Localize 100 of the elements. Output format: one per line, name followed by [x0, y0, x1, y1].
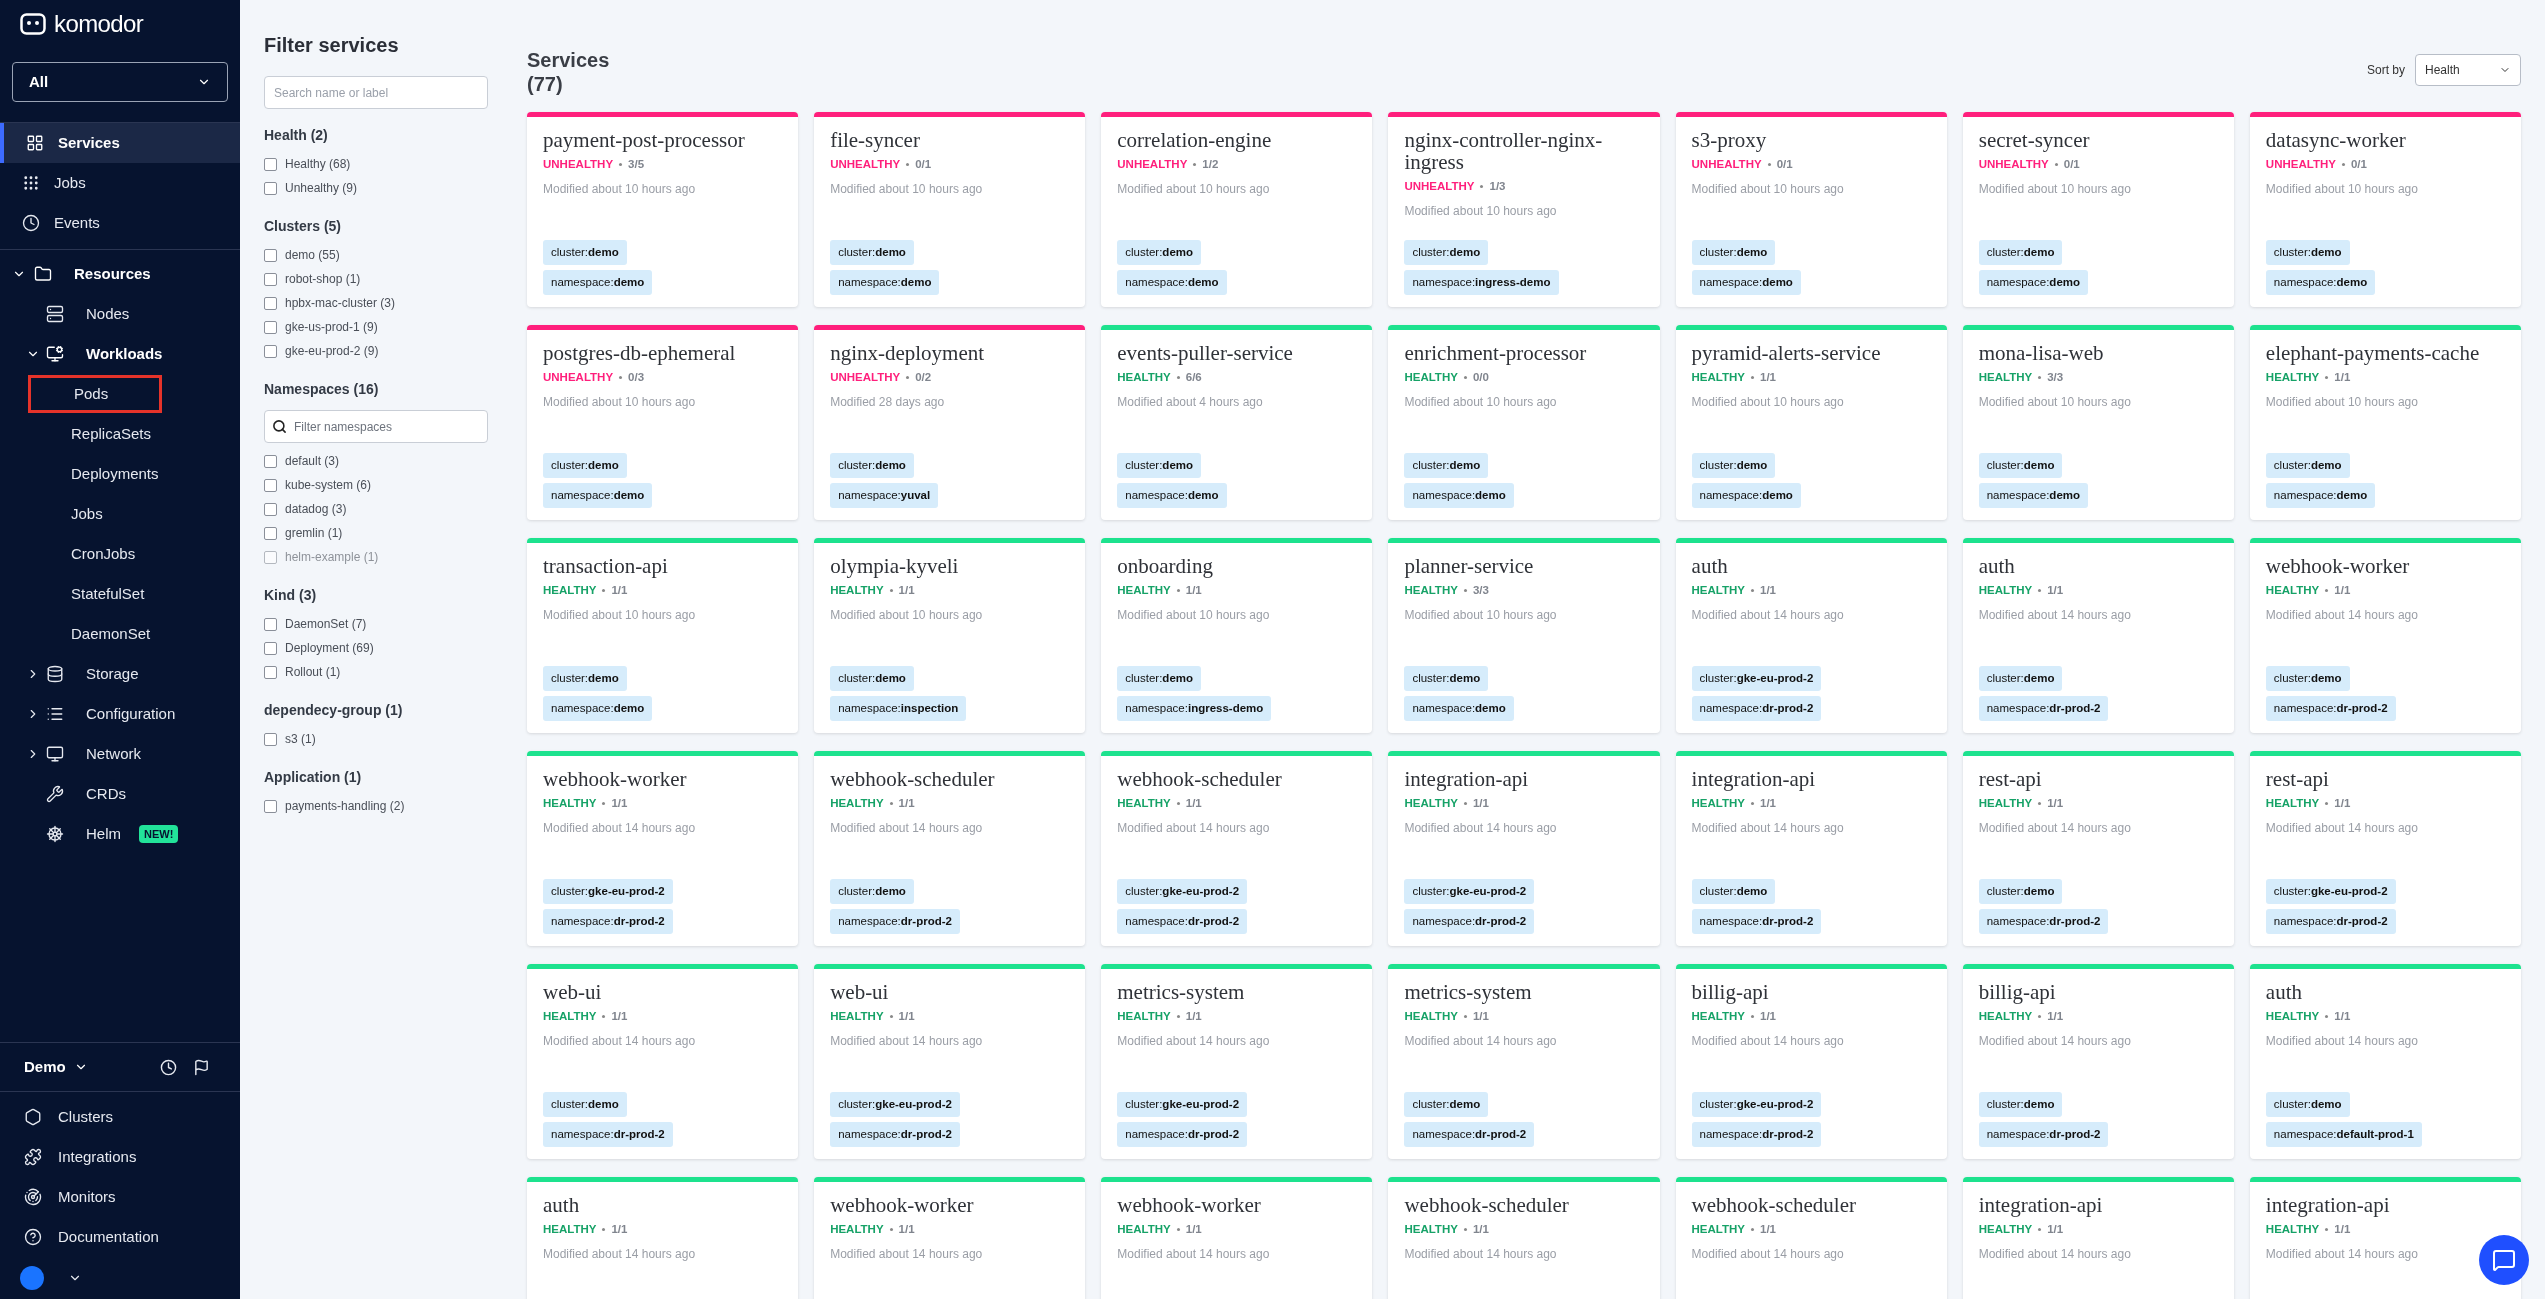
checkbox[interactable]: [264, 478, 277, 492]
workspace-select[interactable]: All: [12, 62, 228, 102]
service-card[interactable]: billig-api HEALTHY 1/1 Modified about 14 hours ago cluster:gke-eu-prod-2 namespace:dr-prod-2: [1675, 964, 1947, 1159]
service-card[interactable]: elephant-payments-cache HEALTHY 1/1 Modified about 10 hours ago cluster:demo namespace:demo: [2249, 325, 2521, 520]
flag-icon[interactable]: [193, 1058, 210, 1076]
service-card[interactable]: integration-api HEALTHY 1/1 Modified about 14 hours ago cluster:demo namespace:dr-prod-2: [1675, 751, 1947, 946]
modified-time: Modified about 10 hours ago: [830, 607, 984, 625]
service-card[interactable]: payment-post-processor UNHEALTHY 3/5 Modified about 10 hours ago cluster:demo namespace:demo: [527, 112, 799, 307]
nav-item[interactable]: Monitors: [0, 1177, 240, 1217]
service-card[interactable]: web-ui HEALTHY 1/1 Modified about 14 hours ago cluster:gke-eu-prod-2 namespace:dr-prod-2: [814, 964, 1086, 1159]
checkbox[interactable]: [264, 157, 277, 171]
nav-item[interactable]: Deployments: [28, 455, 162, 493]
nav-item[interactable]: Integrations: [0, 1137, 240, 1177]
service-card[interactable]: nginx-deployment UNHEALTHY 0/2 Modified 28 days ago cluster:demo namespace:yuval: [814, 325, 1086, 520]
checkbox[interactable]: [264, 641, 277, 655]
service-card[interactable]: billig-api HEALTHY 1/1 Modified about 14 hours ago cluster:demo namespace:dr-prod-2: [1962, 964, 2234, 1159]
service-card[interactable]: pyramid-alerts-service HEALTHY 1/1 Modified about 10 hours ago cluster:demo namespace:demo: [1675, 325, 1947, 520]
service-card[interactable]: rest-api HEALTHY 1/1 Modified about 14 hours ago cluster:gke-eu-prod-2 namespace:dr-prod-2: [2249, 751, 2521, 946]
checkbox[interactable]: [264, 344, 277, 358]
nav-item[interactable]: Nodes: [0, 294, 240, 334]
nav-item[interactable]: Configuration: [0, 694, 240, 734]
service-card[interactable]: integration-api HEALTHY 1/1 Modified about 14 hours ago cluster:gke-eu-prod-2 namespace:dr-prod-2: [1388, 751, 1660, 946]
checkbox[interactable]: [264, 665, 277, 679]
service-card[interactable]: webhook-scheduler HEALTHY 1/1 Modified about 14 hours ago: [1388, 1177, 1660, 1299]
service-card[interactable]: secret-syncer UNHEALTHY 0/1 Modified about 10 hours ago cluster:demo namespace:demo: [1962, 112, 2234, 307]
nav-item[interactable]: Workloads: [0, 334, 240, 374]
nav-item[interactable]: Helm NEW!: [0, 814, 240, 854]
checkbox[interactable]: [264, 181, 277, 195]
pod-count: 1/1: [1760, 1009, 1776, 1024]
service-card[interactable]: auth HEALTHY 1/1 Modified about 14 hours ago cluster:demo namespace:dr-prod-2: [1962, 538, 2234, 733]
checkbox[interactable]: [264, 550, 277, 564]
service-card[interactable]: enrichment-processor HEALTHY 0/0 Modified about 10 hours ago cluster:demo namespace:demo: [1388, 325, 1660, 520]
service-card[interactable]: transaction-api HEALTHY 1/1 Modified about 10 hours ago cluster:demo namespace:demo: [527, 538, 799, 733]
checkbox[interactable]: [264, 296, 277, 310]
checkbox[interactable]: [264, 502, 277, 516]
namespace-filter-field[interactable]: Filter namespaces: [264, 410, 488, 443]
checkbox[interactable]: [264, 454, 277, 468]
service-card[interactable]: auth HEALTHY 1/1 Modified about 14 hours ago cluster:gke-eu-prod-2 namespace:dr-prod-2: [1675, 538, 1947, 733]
nav-item[interactable]: StatefulSet: [28, 575, 162, 613]
service-card[interactable]: datasync-worker UNHEALTHY 0/1 Modified about 10 hours ago cluster:demo namespace:demo: [2249, 112, 2521, 307]
service-card[interactable]: onboarding HEALTHY 1/1 Modified about 10 hours ago cluster:demo namespace:ingress-demo: [1101, 538, 1373, 733]
service-card[interactable]: correlation-engine UNHEALTHY 1/2 Modified about 10 hours ago cluster:demo namespace:demo: [1101, 112, 1373, 307]
nav-item[interactable]: Events: [0, 203, 240, 243]
service-card[interactable]: auth HEALTHY 1/1 Modified about 14 hours ago: [527, 1177, 799, 1299]
nav-item[interactable]: Jobs: [0, 163, 240, 203]
service-card[interactable]: rest-api HEALTHY 1/1 Modified about 14 hours ago cluster:demo namespace:dr-prod-2: [1962, 751, 2234, 946]
checkbox[interactable]: [264, 617, 277, 631]
checkbox[interactable]: [264, 248, 277, 262]
service-card[interactable]: planner-service HEALTHY 3/3 Modified about 10 hours ago cluster:demo namespace:demo: [1388, 538, 1660, 733]
service-card[interactable]: integration-api HEALTHY 1/1 Modified about 14 hours ago: [1962, 1177, 2234, 1299]
checkbox[interactable]: [264, 732, 277, 746]
label-tag: cluster:demo: [1978, 665, 2063, 691]
service-card[interactable]: metrics-system HEALTHY 1/1 Modified about 14 hours ago cluster:gke-eu-prod-2 namespace:dr-prod-2: [1101, 964, 1373, 1159]
checkbox[interactable]: [264, 799, 277, 813]
service-card[interactable]: webhook-scheduler HEALTHY 1/1 Modified about 14 hours ago: [1675, 1177, 1947, 1299]
nav-item[interactable]: Clusters: [0, 1097, 240, 1137]
service-card[interactable]: events-puller-service HEALTHY 6/6 Modified about 4 hours ago cluster:demo namespace:demo: [1101, 325, 1373, 520]
service-card[interactable]: olympia-kyveli HEALTHY 1/1 Modified about 10 hours ago cluster:demo namespace:inspection: [814, 538, 1086, 733]
service-card[interactable]: mona-lisa-web HEALTHY 3/3 Modified about 10 hours ago cluster:demo namespace:demo: [1962, 325, 2234, 520]
service-card[interactable]: web-ui HEALTHY 1/1 Modified about 14 hours ago cluster:demo namespace:dr-prod-2: [527, 964, 799, 1159]
pod-count: 1/1: [611, 1222, 628, 1237]
service-name: web-ui: [830, 981, 890, 1003]
pod-count: 1/1: [1760, 370, 1776, 385]
service-card[interactable]: webhook-scheduler HEALTHY 1/1 Modified about 14 hours ago cluster:gke-eu-prod-2 namespace:dr-prod-2: [1101, 751, 1373, 946]
service-name: webhook-scheduler: [830, 768, 996, 790]
nav-item[interactable]: DaemonSet: [28, 615, 162, 653]
pod-count: 1/1: [898, 796, 915, 811]
checkbox[interactable]: [264, 272, 277, 286]
nav-item[interactable]: Pods: [28, 375, 162, 413]
search-field[interactable]: Search name or label: [264, 76, 488, 109]
clock-icon[interactable]: [160, 1058, 177, 1076]
service-card[interactable]: file-syncer UNHEALTHY 0/1 Modified about 10 hours ago cluster:demo namespace:demo: [814, 112, 1086, 307]
service-card[interactable]: s3-proxy UNHEALTHY 0/1 Modified about 10 hours ago cluster:demo namespace:demo: [1675, 112, 1947, 307]
service-card[interactable]: webhook-worker HEALTHY 1/1 Modified about 14 hours ago: [1101, 1177, 1373, 1299]
service-card[interactable]: metrics-system HEALTHY 1/1 Modified about 14 hours ago cluster:demo namespace:dr-prod-2: [1388, 964, 1660, 1159]
checkbox[interactable]: [264, 526, 277, 540]
pod-count: 1/1: [2047, 796, 2064, 811]
environment-select[interactable]: Demo: [24, 1055, 88, 1079]
service-card[interactable]: integration-api HEALTHY 1/1 Modified about 14 hours ago: [2249, 1177, 2521, 1299]
nav-item[interactable]: ReplicaSets: [28, 415, 162, 453]
checkbox[interactable]: [264, 320, 277, 334]
nav-group[interactable]: Resources: [0, 254, 240, 294]
health-status: HEALTHY: [1117, 1009, 1171, 1024]
service-card[interactable]: auth HEALTHY 1/1 Modified about 14 hours ago cluster:demo namespace:default-prod-1: [2249, 964, 2521, 1159]
nav-item[interactable]: CronJobs: [28, 535, 162, 573]
nav-item[interactable]: Network: [0, 734, 240, 774]
nav-item[interactable]: CRDs: [0, 774, 240, 814]
nav-item[interactable]: Documentation: [0, 1217, 240, 1257]
pod-count: 1/3: [1489, 179, 1506, 194]
service-card[interactable]: nginx-controller-nginx-ingress UNHEALTHY 1/3 Modified about 10 hours ago cluster:demo namespace:ingress-demo: [1388, 112, 1660, 307]
service-card[interactable]: webhook-scheduler HEALTHY 1/1 Modified about 14 hours ago cluster:demo namespace:dr-prod-2: [814, 751, 1086, 946]
sort-select[interactable]: Health: [2415, 54, 2521, 86]
service-card[interactable]: webhook-worker HEALTHY 1/1 Modified about 14 hours ago cluster:demo namespace:dr-prod-2: [2249, 538, 2521, 733]
nav-item[interactable]: Storage: [0, 654, 240, 694]
service-card[interactable]: postgres-db-ephemeral UNHEALTHY 0/3 Modified about 10 hours ago cluster:demo namespace:demo: [527, 325, 799, 520]
service-card[interactable]: webhook-worker HEALTHY 1/1 Modified about 14 hours ago cluster:gke-eu-prod-2 namespace:dr-prod-2: [527, 751, 799, 946]
nav-item[interactable]: Jobs: [28, 495, 162, 533]
nav-item[interactable]: Services: [0, 123, 240, 163]
avatar[interactable]: [20, 1266, 44, 1290]
service-card[interactable]: webhook-worker HEALTHY 1/1 Modified about 14 hours ago: [814, 1177, 1086, 1299]
